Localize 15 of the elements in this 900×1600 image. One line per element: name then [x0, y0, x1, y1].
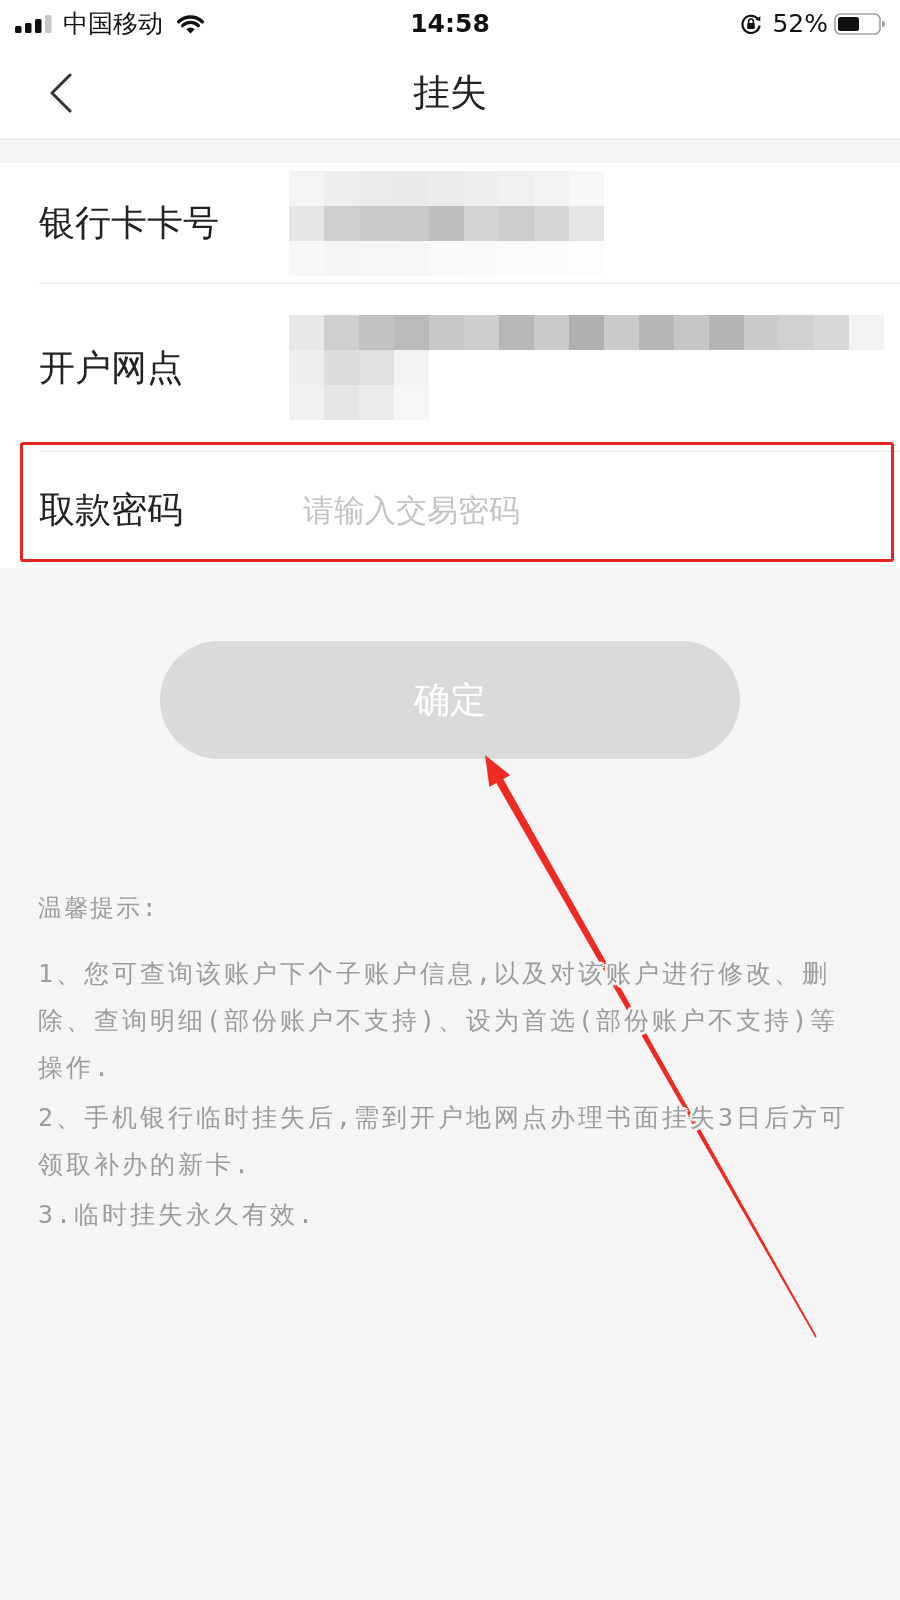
page-title: 挂失	[413, 71, 487, 115]
tips-title: 温馨提示:	[38, 893, 159, 923]
clock-time: 14:58	[410, 8, 490, 39]
password-field[interactable]: 请输入交易密码	[289, 480, 849, 540]
field-label: 银行卡卡号	[39, 201, 220, 245]
field-label: 取款密码	[39, 488, 184, 532]
back-icon	[49, 73, 73, 113]
field-label: 开户网点	[39, 345, 184, 390]
signal-icon	[15, 14, 53, 33]
battery-icon	[834, 12, 885, 35]
orientation-lock-icon	[740, 12, 763, 35]
tip-paragraph: 3.临时挂失永久有效.	[38, 1199, 318, 1231]
wifi-icon	[177, 13, 204, 34]
carrier-name: 中国移动	[63, 8, 163, 39]
battery-percent: 52%	[772, 8, 828, 39]
